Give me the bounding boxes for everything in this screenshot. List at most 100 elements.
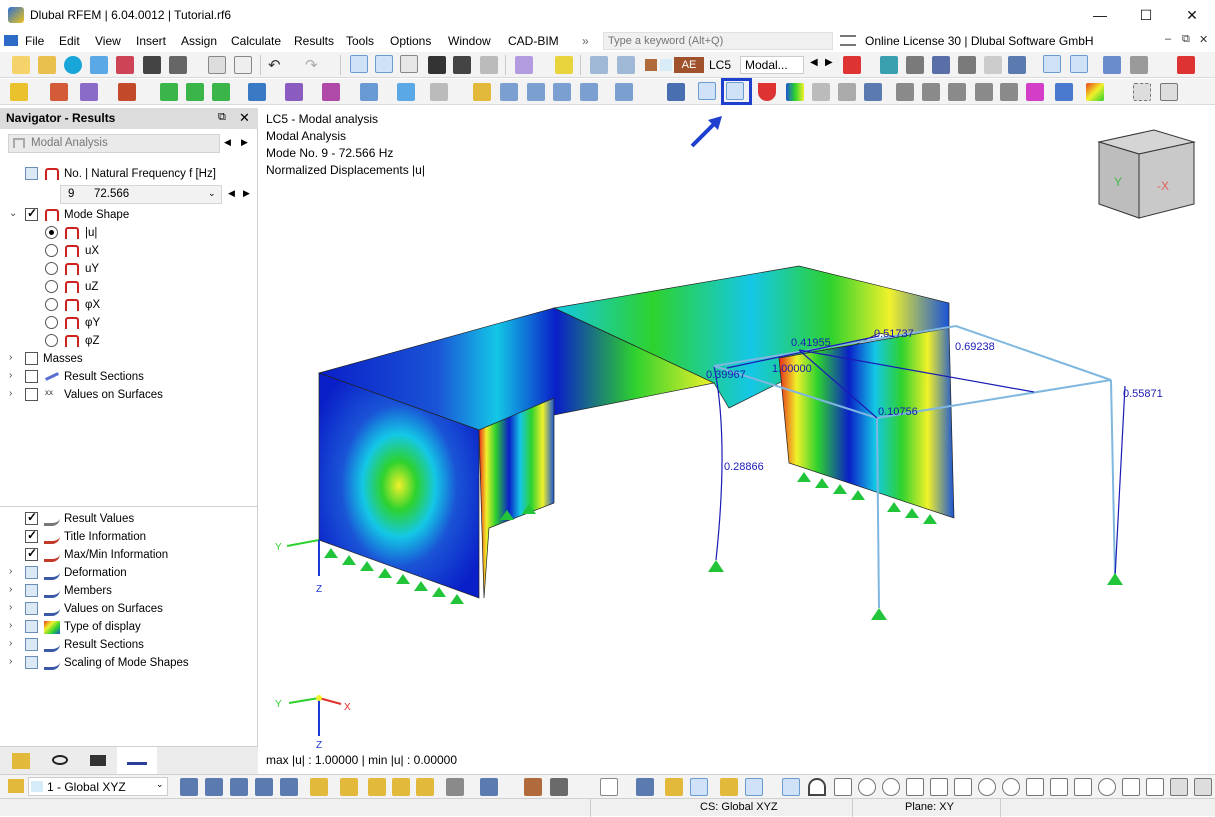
result-sections-checkbox[interactable] <box>25 370 38 383</box>
solid-icon[interactable] <box>984 56 1002 74</box>
search-input[interactable] <box>603 32 833 50</box>
display-4-icon[interactable] <box>392 778 410 796</box>
menu-calculate[interactable]: Calculate <box>231 34 281 48</box>
visibility-3-icon[interactable] <box>553 83 571 101</box>
mode-shape-checkbox[interactable] <box>25 206 38 221</box>
mode-plot-icon[interactable] <box>758 83 776 101</box>
table-view-icon[interactable] <box>350 55 368 73</box>
views-icon[interactable] <box>8 779 24 793</box>
expand-icon[interactable]: › <box>9 656 19 667</box>
expand-icon[interactable]: › <box>9 620 19 631</box>
mode-option-radio[interactable] <box>45 280 58 293</box>
menu-file[interactable]: File <box>25 34 44 48</box>
display-option-checkbox[interactable] <box>25 584 38 597</box>
menu-results[interactable]: Results <box>294 34 334 48</box>
rect-icon[interactable] <box>834 778 852 796</box>
polyline-icon[interactable] <box>1026 778 1044 796</box>
mode-option-radio[interactable] <box>45 334 58 347</box>
model-canvas[interactable]: 0.51737 0.41955 0.69238 0.39967 1.00000 … <box>259 108 1215 748</box>
snap-2-icon[interactable] <box>205 778 223 796</box>
load-icon[interactable] <box>555 56 573 74</box>
display-option-checkbox[interactable] <box>25 656 38 669</box>
menu-window[interactable]: Window <box>448 34 491 48</box>
prev-type-icon[interactable]: ◀ <box>224 137 231 148</box>
line-result-icon[interactable] <box>864 83 882 101</box>
mode-option-radio[interactable] <box>45 298 58 311</box>
save-icon[interactable] <box>143 56 161 74</box>
menu-assign[interactable]: Assign <box>181 34 217 48</box>
surface-support-icon[interactable] <box>212 83 230 101</box>
angle-icon[interactable] <box>600 778 618 796</box>
support-icon[interactable] <box>160 83 178 101</box>
result-values-icon[interactable] <box>880 56 898 74</box>
print-icon[interactable] <box>169 56 187 74</box>
snap-5-icon[interactable] <box>280 778 298 796</box>
circle-icon[interactable] <box>882 778 900 796</box>
filter-off-icon[interactable] <box>1177 56 1195 74</box>
spline-icon[interactable] <box>1050 778 1068 796</box>
guide-icon[interactable] <box>473 83 491 101</box>
hide-icon[interactable] <box>550 778 568 796</box>
deformation-icon[interactable] <box>1043 55 1061 73</box>
numbering-icon[interactable] <box>446 778 464 796</box>
menu-tools[interactable]: Tools <box>346 34 374 48</box>
display-1-icon[interactable] <box>310 778 328 796</box>
work-plane-icon[interactable] <box>1160 83 1178 101</box>
close-panel-icon[interactable]: ✕ <box>239 110 250 126</box>
section-3-icon[interactable] <box>948 83 966 101</box>
measure-icon[interactable] <box>1146 778 1164 796</box>
visibility-1-icon[interactable] <box>500 83 518 101</box>
mode-option-radio[interactable] <box>45 244 58 257</box>
grid-snap-icon[interactable] <box>1133 83 1151 101</box>
view-cube[interactable]: Y -X <box>1097 129 1196 219</box>
expand-icon[interactable]: › <box>9 602 19 613</box>
filter-icon[interactable] <box>667 83 685 101</box>
menu-edit[interactable]: Edit <box>59 34 80 48</box>
display-option-checkbox[interactable] <box>25 566 38 579</box>
expand-icon[interactable]: › <box>9 638 19 649</box>
masses-checkbox[interactable] <box>25 352 38 365</box>
arc-icon[interactable] <box>978 778 996 796</box>
surfaces-icon[interactable] <box>1130 56 1148 74</box>
grid-5-icon[interactable] <box>745 778 763 796</box>
visibility-5-icon[interactable] <box>615 83 633 101</box>
tab-display-eye-icon[interactable] <box>52 755 68 765</box>
contour-icon[interactable] <box>786 83 804 101</box>
color-scale-icon[interactable] <box>1086 83 1104 101</box>
calculator-icon[interactable] <box>480 56 498 74</box>
display-2-icon[interactable] <box>340 778 358 796</box>
draw-icon[interactable] <box>515 56 533 74</box>
mdi-minimize-icon[interactable]: – <box>1165 33 1171 45</box>
visibility-2-icon[interactable] <box>527 83 545 101</box>
grid-3-icon[interactable] <box>690 778 708 796</box>
tab-results[interactable] <box>117 747 157 777</box>
extreme-values-icon[interactable] <box>958 56 976 74</box>
display-option-checkbox[interactable] <box>25 546 38 561</box>
open-folder-icon[interactable] <box>38 56 56 74</box>
console-icon[interactable] <box>428 56 446 74</box>
ellipse-icon[interactable] <box>1074 778 1092 796</box>
min-max-icon[interactable] <box>932 56 950 74</box>
load-case-up-icon[interactable] <box>590 56 608 74</box>
load-case-down-icon[interactable] <box>617 56 635 74</box>
pin-panel-icon[interactable]: ⧉ <box>218 111 226 124</box>
undo-icon[interactable]: ↶ <box>268 56 281 74</box>
snap-grid-icon[interactable] <box>782 778 800 796</box>
report-icon[interactable] <box>208 56 226 74</box>
view-select[interactable]: 1 - Global XYZ <box>28 777 168 796</box>
mode-option-radio[interactable] <box>45 226 58 239</box>
results-off-icon[interactable] <box>843 56 861 74</box>
minimize-button[interactable]: — <box>1077 0 1123 31</box>
new-file-icon[interactable] <box>12 56 30 74</box>
magnet-icon[interactable] <box>808 778 826 796</box>
grid-1-icon[interactable] <box>636 778 654 796</box>
menu-insert[interactable]: Insert <box>136 34 166 48</box>
snap-1-icon[interactable] <box>180 778 198 796</box>
values-on-surfaces-checkbox[interactable] <box>25 388 38 401</box>
surface-icon[interactable] <box>118 83 136 101</box>
display-option-checkbox[interactable] <box>25 602 38 615</box>
values-toggle-icon[interactable] <box>1070 55 1088 73</box>
solid-box-icon[interactable] <box>812 83 830 101</box>
menu-view[interactable]: View <box>95 34 121 48</box>
solid-load-icon[interactable] <box>397 83 415 101</box>
